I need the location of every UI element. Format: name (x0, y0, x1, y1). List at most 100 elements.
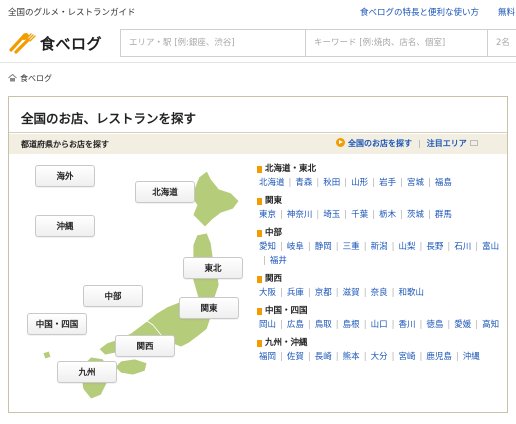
region-button-kansai[interactable]: 関西 (115, 335, 175, 357)
prefecture-link[interactable]: 京都 (315, 286, 332, 300)
prefecture-link[interactable]: 東京 (259, 208, 276, 222)
area-search-box[interactable] (120, 29, 306, 57)
site-tagline: 全国のグルメ・レストランガイド (8, 8, 136, 18)
separator: | (363, 242, 367, 252)
separator: | (427, 210, 431, 220)
prefecture-link[interactable]: 埼玉 (323, 208, 340, 222)
prefecture-link[interactable]: 愛知 (259, 240, 276, 254)
prefecture-link[interactable]: 神奈川 (287, 208, 313, 222)
separator: | (419, 352, 423, 362)
region-button-chugoku-shikoku[interactable]: 中国・四国 (27, 313, 87, 335)
japan-map: 海外 北海道 沖縄 東北 中部 関東 中国・四国 関西 九州 (21, 157, 251, 407)
separator: | (418, 139, 421, 148)
header-divider (0, 62, 516, 63)
prefecture-link[interactable]: 長野 (426, 240, 443, 254)
spoon-fork-logo-icon (9, 33, 36, 54)
breadcrumb-home[interactable]: 食べログ (20, 74, 52, 83)
prefecture-link[interactable]: 奈良 (371, 286, 388, 300)
prefecture-link[interactable]: 千葉 (351, 208, 368, 222)
separator: | (280, 288, 283, 298)
region-button-okinawa[interactable]: 沖縄 (35, 215, 95, 237)
prefecture-link[interactable]: 岡山 (259, 318, 276, 332)
prefecture-link[interactable]: 広島 (287, 318, 304, 332)
prefecture-link[interactable]: 福岡 (259, 350, 276, 364)
prefecture-link[interactable]: 滋賀 (343, 286, 360, 300)
all-shops-link[interactable]: 全国のお店を探す (348, 139, 412, 148)
prefecture-link[interactable]: 沖縄 (463, 350, 480, 364)
prefecture-link[interactable]: 秋田 (323, 176, 340, 190)
prefecture-link[interactable]: 山梨 (398, 240, 415, 254)
area-group: 九州・沖縄 福岡 | 佐賀 | 長崎 | 熊本 | 大分 | 宮崎 | 鹿児島 | 沖縄 (257, 337, 505, 364)
prefecture-link[interactable]: 静岡 (315, 240, 332, 254)
featured-area-link[interactable]: 注目エリア (427, 139, 467, 148)
prefecture-link[interactable]: 山口 (371, 318, 388, 332)
prefecture-link[interactable]: 福島 (435, 176, 452, 190)
prefecture-link[interactable]: 富山 (482, 240, 499, 254)
separator: | (455, 352, 459, 362)
prefecture-link[interactable]: 大阪 (259, 286, 276, 300)
region-button-hokkaido[interactable]: 北海道 (135, 181, 195, 203)
map-hokkaido (190, 170, 240, 228)
separator: | (280, 320, 283, 330)
prefecture-link[interactable]: 宮崎 (398, 350, 415, 364)
area-search-input[interactable] (121, 30, 305, 56)
area-group-title: 北海道・東北 (257, 163, 505, 176)
prefecture-link[interactable]: 和歌山 (398, 286, 424, 300)
area-list: 北海道・東北 北海道 | 青森 | 秋田 | 山形 | 岩手 | 宮城 | 福島 関東 東京 | 神奈川 | 埼玉 | 千… (257, 163, 505, 369)
logo[interactable]: 食べログ (8, 30, 116, 56)
region-button-kyushu[interactable]: 九州 (57, 361, 117, 383)
panel-header: 全国のお店、レストランを探す (9, 97, 507, 133)
region-button-chubu[interactable]: 中部 (83, 285, 143, 307)
prefecture-link[interactable]: 兵庫 (287, 286, 304, 300)
separator: | (372, 210, 376, 220)
prefecture-link[interactable]: 山形 (351, 176, 368, 190)
prefecture-link[interactable]: 香川 (398, 318, 415, 332)
prefecture-link[interactable]: 長崎 (315, 350, 332, 364)
prefecture-link[interactable]: 新潟 (371, 240, 388, 254)
separator: | (400, 178, 403, 188)
prefecture-list: 東京 | 神奈川 | 埼玉 | 千葉 | 栃木 | 茨城 | 群馬 (257, 208, 505, 222)
separator: | (400, 210, 403, 220)
prefecture-link[interactable]: 岐阜 (287, 240, 304, 254)
region-button-kanto[interactable]: 関東 (179, 297, 239, 319)
prefecture-link[interactable]: 青森 (295, 176, 312, 190)
prefecture-link[interactable]: 宮城 (407, 176, 424, 190)
prefecture-link[interactable]: 島根 (343, 318, 360, 332)
prefecture-link[interactable]: 群馬 (435, 208, 452, 222)
prefecture-link[interactable]: 三重 (343, 240, 360, 254)
prefecture-link[interactable]: 福井 (270, 254, 287, 268)
area-group: 関東 東京 | 神奈川 | 埼玉 | 千葉 | 栃木 | 茨城 | 群馬 (257, 195, 505, 222)
region-button-kaigai[interactable]: 海外 (35, 165, 95, 187)
prefecture-link[interactable]: 鹿児島 (426, 350, 452, 364)
prefecture-link[interactable]: 佐賀 (287, 350, 304, 364)
keyword-search-box[interactable] (306, 29, 488, 57)
separator: | (307, 352, 311, 362)
prefecture-link[interactable]: 岩手 (379, 176, 396, 190)
party-size-input[interactable] (488, 30, 516, 56)
prefecture-link[interactable]: 茨城 (407, 208, 424, 222)
prefecture-link[interactable]: 北海道 (259, 176, 285, 190)
prefecture-link[interactable]: 熊本 (343, 350, 360, 364)
region-button-tohoku[interactable]: 東北 (183, 257, 243, 279)
party-size-box[interactable] (488, 29, 516, 57)
separator: | (391, 242, 395, 252)
prefecture-link[interactable]: 高知 (482, 318, 499, 332)
prefecture-list: 愛知 | 岐阜 | 静岡 | 三重 | 新潟 | 山梨 | 長野 | 石川 | 富山 | 福井 (257, 240, 505, 268)
prefecture-list: 大阪 | 兵庫 | 京都 | 滋賀 | 奈良 | 和歌山 (257, 286, 505, 300)
separator: | (316, 178, 320, 188)
prefecture-link[interactable]: 鳥取 (315, 318, 332, 332)
separator: | (307, 242, 311, 252)
prefecture-link[interactable]: 愛媛 (454, 318, 471, 332)
separator: | (316, 210, 320, 220)
area-search-panel: 全国のお店、レストランを探す 都道府県からお店を探す 全国のお店を探す | 注目エリ… (8, 96, 508, 413)
prefecture-link[interactable]: 栃木 (379, 208, 396, 222)
prefecture-link[interactable]: 徳島 (426, 318, 443, 332)
features-link[interactable]: 食べログの特長と便利な使い方 (360, 6, 479, 18)
separator: | (475, 242, 479, 252)
area-group-title: 中部 (257, 227, 505, 240)
separator: | (263, 256, 266, 266)
keyword-search-input[interactable] (306, 30, 487, 56)
prefecture-link[interactable]: 石川 (454, 240, 471, 254)
prefecture-link[interactable]: 大分 (371, 350, 388, 364)
free-link[interactable]: 無料 (498, 6, 515, 18)
